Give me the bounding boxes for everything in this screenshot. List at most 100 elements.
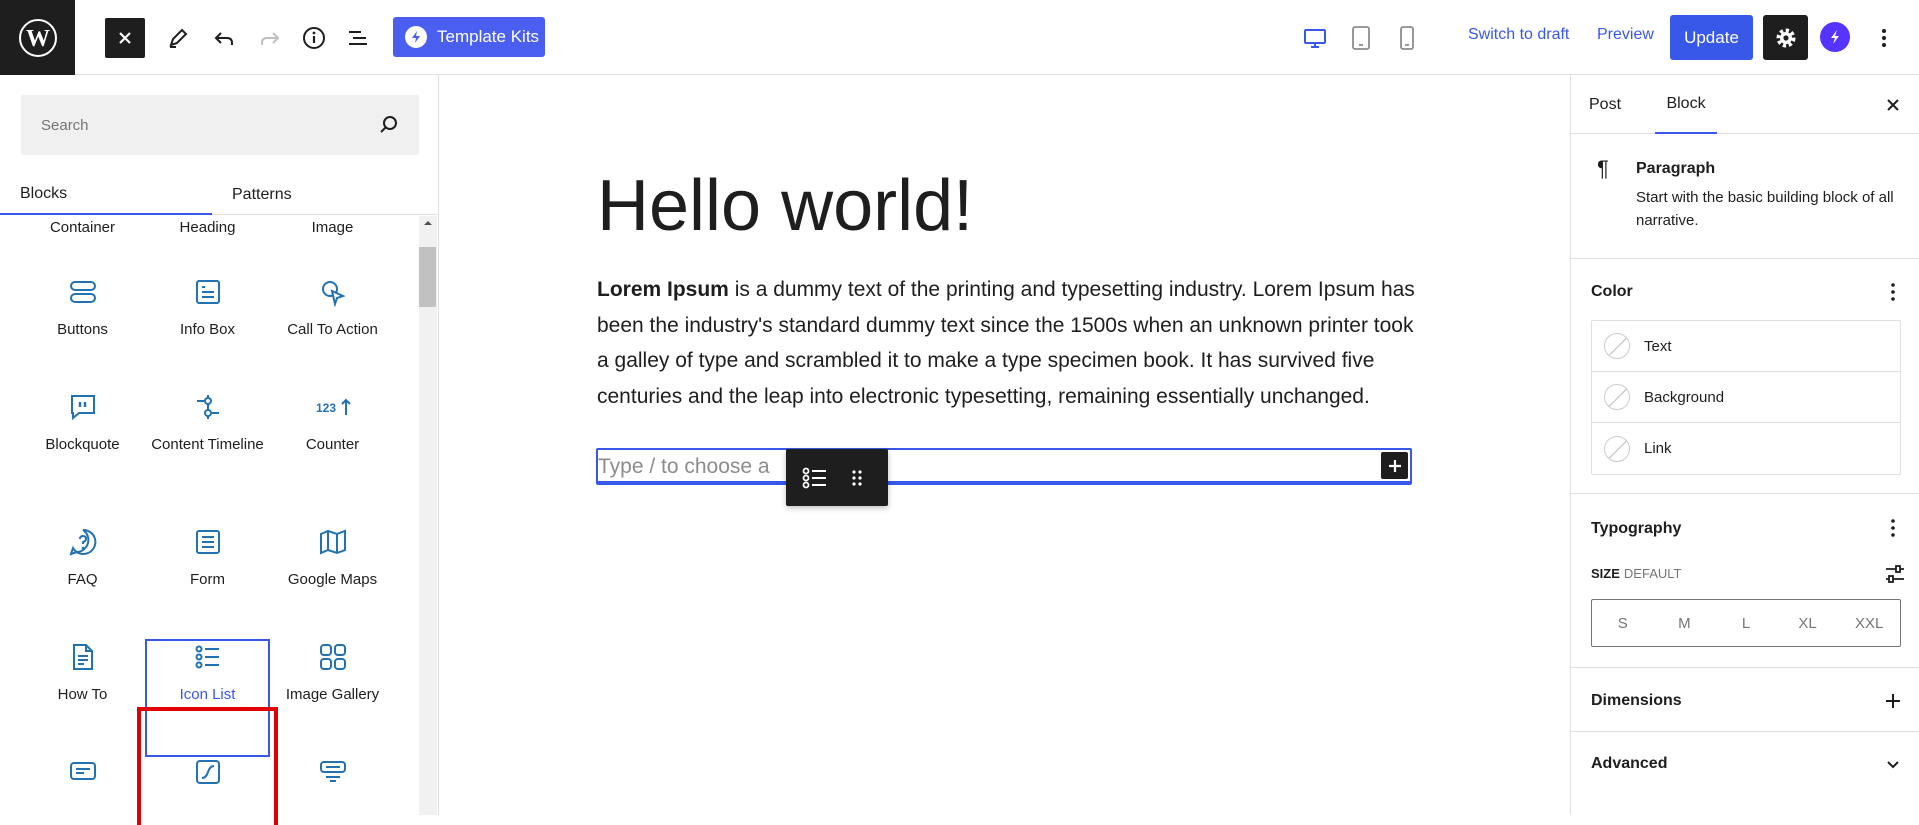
list-block-icon[interactable] (795, 458, 835, 498)
color-background-option[interactable]: Background (1592, 372, 1900, 423)
block-heading[interactable]: Heading (145, 216, 270, 238)
undo-icon[interactable] (204, 18, 244, 58)
template-kits-label: Template Kits (437, 27, 540, 46)
block-image-gallery[interactable]: Image Gallery (270, 639, 395, 705)
block-blockquote[interactable]: Blockquote (20, 389, 145, 455)
empty-paragraph-block[interactable]: Type / to choose a (596, 448, 1412, 485)
block-content-timeline[interactable]: Content Timeline (145, 389, 270, 455)
tab-blocks[interactable]: Blocks (0, 175, 212, 215)
block-call-to-action[interactable]: Call To Action (270, 274, 395, 340)
empty-swatch-icon (1604, 384, 1630, 410)
image-gallery-icon (270, 639, 395, 675)
block-partial-1[interactable] (20, 754, 145, 790)
tab-patterns[interactable]: Patterns (232, 175, 292, 215)
paragraph-block[interactable]: Lorem Ipsum is a dummy text of the print… (597, 272, 1417, 414)
empty-swatch-icon (1604, 333, 1630, 359)
block-counter[interactable]: 123 Counter (270, 389, 395, 455)
wordpress-logo-icon[interactable]: W (0, 0, 75, 75)
desktop-preview-icon[interactable] (1297, 20, 1333, 56)
size-caption: SIZE (1591, 566, 1620, 581)
dimensions-panel-heading[interactable]: Dimensions (1591, 692, 1682, 710)
block-buttons[interactable]: Buttons (20, 274, 145, 340)
panel-divider (1571, 667, 1919, 668)
starter-templates-icon (405, 26, 427, 48)
drag-handle-icon[interactable] (837, 458, 877, 498)
details-info-icon[interactable] (294, 18, 334, 58)
block-info-box[interactable]: Info Box (145, 274, 270, 340)
color-option-label: Text (1644, 337, 1672, 355)
tab-block[interactable]: Block (1655, 75, 1717, 134)
editor-top-bar: W Template Kits Switch to draft Preview … (0, 0, 1919, 75)
block-partial-3[interactable] (270, 754, 395, 790)
scroll-up-arrow-icon[interactable] (419, 216, 437, 230)
block-label: Google Maps (287, 571, 378, 588)
how-to-icon (20, 639, 145, 675)
block-label: Info Box (179, 321, 236, 338)
tab-post[interactable]: Post (1589, 75, 1621, 134)
highlight-box (137, 707, 278, 825)
block-toolbar (786, 449, 888, 506)
paragraph-bold-text: Lorem Ipsum (597, 278, 729, 301)
typography-options-kebab-icon[interactable] (1883, 516, 1903, 540)
editor-canvas: Hello world! Lorem Ipsum is a dummy text… (440, 75, 1570, 815)
size-option-xxl[interactable]: XXL (1838, 600, 1900, 646)
empty-swatch-icon (1604, 435, 1630, 462)
block-search (21, 95, 419, 155)
switch-to-draft-button[interactable]: Switch to draft (1468, 26, 1569, 44)
close-inserter-button[interactable] (105, 18, 145, 58)
tools-pencil-icon[interactable] (158, 18, 198, 58)
block-card: ¶ Paragraph Start with the basic buildin… (1571, 134, 1919, 259)
custom-size-settings-icon[interactable] (1883, 562, 1907, 586)
font-size-label: SIZE DEFAULT (1591, 566, 1681, 581)
advanced-panel-heading[interactable]: Advanced (1591, 755, 1667, 773)
svg-text:W: W (26, 26, 50, 52)
buttons-icon (20, 274, 145, 310)
color-options-kebab-icon[interactable] (1883, 280, 1903, 304)
block-search-input[interactable] (21, 95, 351, 155)
inline-notice-icon (20, 754, 145, 790)
counter-icon: 123 (270, 389, 395, 425)
options-kebab-icon[interactable] (1872, 22, 1896, 54)
post-title[interactable]: Hello world! (597, 165, 973, 247)
block-label: Counter (305, 436, 360, 453)
marketing-button-icon (270, 754, 395, 790)
update-button[interactable]: Update (1670, 15, 1753, 60)
list-view-icon[interactable] (338, 18, 378, 58)
color-options-list: Text Background Link (1591, 320, 1901, 475)
search-icon[interactable] (378, 114, 400, 136)
mobile-preview-icon[interactable] (1389, 20, 1425, 56)
close-settings-icon[interactable] (1881, 93, 1905, 117)
chevron-down-icon[interactable] (1883, 752, 1903, 776)
add-block-plus-icon[interactable] (1381, 452, 1408, 479)
preview-button[interactable]: Preview (1597, 26, 1654, 44)
block-container[interactable]: Container (20, 216, 145, 238)
block-card-title: Paragraph (1636, 160, 1716, 177)
size-option-s[interactable]: S (1592, 600, 1654, 646)
content-timeline-icon (145, 389, 270, 425)
size-value: DEFAULT (1623, 566, 1682, 581)
block-form[interactable]: Form (145, 524, 270, 590)
dimensions-plus-icon[interactable] (1883, 689, 1903, 713)
block-label: Image (311, 219, 354, 236)
template-kits-button[interactable]: Template Kits (393, 17, 545, 57)
size-option-xl[interactable]: XL (1777, 600, 1839, 646)
block-image[interactable]: Image (270, 216, 395, 238)
call-to-action-icon (270, 274, 395, 310)
color-option-label: Background (1644, 388, 1725, 406)
settings-gear-icon[interactable] (1763, 15, 1808, 60)
block-how-to[interactable]: How To (20, 639, 145, 705)
block-label: Heading (179, 219, 236, 236)
color-link-option[interactable]: Link (1592, 423, 1900, 474)
settings-sidebar: Post Block ¶ Paragraph Start with the ba… (1570, 75, 1919, 815)
block-google-maps[interactable]: Google Maps (270, 524, 395, 590)
redo-icon[interactable] (250, 18, 290, 58)
size-option-l[interactable]: L (1715, 600, 1777, 646)
block-label: Image Gallery (285, 686, 380, 703)
block-label: Content Timeline (151, 436, 264, 453)
color-text-option[interactable]: Text (1592, 321, 1900, 372)
spectra-icon[interactable] (1820, 22, 1850, 52)
size-option-m[interactable]: M (1654, 600, 1716, 646)
scrollbar-thumb[interactable] (419, 247, 436, 307)
tablet-preview-icon[interactable] (1343, 20, 1379, 56)
block-faq[interactable]: FAQ (20, 524, 145, 590)
